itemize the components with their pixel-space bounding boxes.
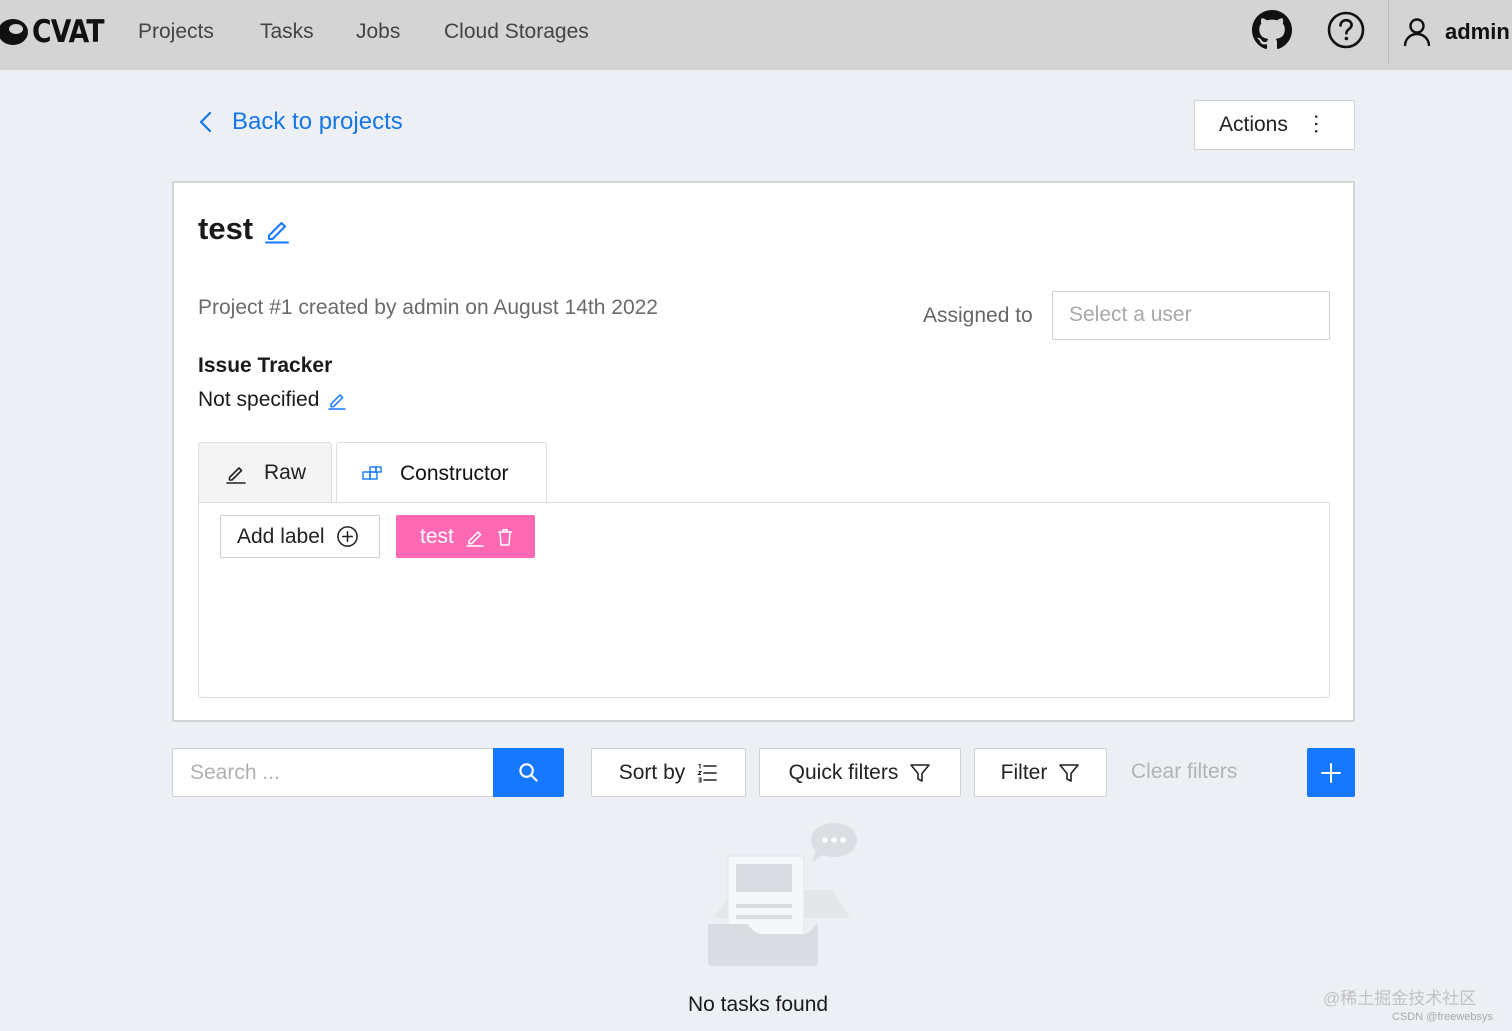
quick-filters-button[interactable]: Quick filters: [759, 748, 961, 797]
nav-projects[interactable]: Projects: [138, 20, 214, 44]
more-vertical-icon: ···: [1305, 113, 1330, 135]
search-input[interactable]: Search ...: [172, 748, 494, 797]
add-label-button[interactable]: Add label: [220, 515, 380, 558]
ordered-list-icon: [697, 763, 718, 783]
project-title: test: [198, 211, 292, 247]
filter-icon: [1059, 763, 1080, 782]
cvat-eye-icon: [0, 19, 28, 45]
quick-filters-label: Quick filters: [788, 760, 899, 784]
header-divider: [1388, 0, 1389, 64]
nav-jobs[interactable]: Jobs: [356, 20, 400, 44]
user-icon[interactable]: [1401, 16, 1433, 48]
empty-state-text: No tasks found: [688, 993, 829, 1016]
edit-icon: [226, 467, 246, 484]
actions-button[interactable]: Actions ···: [1194, 100, 1355, 150]
project-name: test: [198, 211, 254, 246]
plus-icon: [1321, 762, 1341, 783]
assignee-select[interactable]: Select a user: [1052, 291, 1330, 340]
back-link-label: Back to projects: [232, 108, 403, 135]
watermark-secondary: CSDN @freewebsys: [1392, 1011, 1494, 1023]
brand-name: CVAT: [32, 14, 105, 50]
chevron-left-icon: [199, 111, 212, 133]
tab-raw-label: Raw: [264, 461, 307, 484]
delete-icon[interactable]: [495, 527, 515, 547]
issue-tracker-value: Not specified: [198, 388, 347, 412]
sort-by-label: Sort by: [618, 760, 686, 784]
project-card: test Project #1 created by admin on Augu…: [172, 181, 1355, 722]
help-icon[interactable]: [1326, 10, 1366, 50]
plus-circle-icon: [336, 526, 358, 547]
filter-label: Filter: [1000, 760, 1048, 784]
edit-icon[interactable]: [262, 214, 292, 244]
assigned-to-label: Assigned to: [923, 304, 1033, 327]
label-name: test: [420, 524, 454, 548]
tab-raw[interactable]: Raw: [198, 442, 332, 503]
search-icon: [519, 763, 538, 782]
constructor-panel: Add label test: [198, 502, 1330, 698]
filter-icon: [910, 763, 931, 782]
tab-constructor-label: Constructor: [400, 461, 509, 485]
build-icon: [362, 465, 382, 480]
back-to-projects-link[interactable]: Back to projects: [195, 108, 403, 136]
user-name[interactable]: admin: [1445, 19, 1510, 45]
empty-inbox-illustration: [708, 823, 857, 966]
project-meta: Project #1 created by admin on August 14…: [198, 296, 658, 319]
sort-by-button[interactable]: Sort by: [591, 748, 746, 797]
edit-icon[interactable]: [465, 527, 485, 547]
watermark-primary: @稀土掘金技术社区: [1323, 989, 1477, 1008]
cvat-logo[interactable]: CVAT: [0, 12, 115, 52]
nav-cloud-storages[interactable]: Cloud Storages: [444, 20, 589, 44]
actions-label: Actions: [1219, 113, 1288, 136]
clear-filters-button[interactable]: Clear filters: [1131, 760, 1237, 784]
add-label-text: Add label: [237, 524, 325, 548]
search-button[interactable]: [493, 748, 564, 797]
issue-tracker-text: Not specified: [198, 388, 320, 411]
nav-tasks[interactable]: Tasks: [260, 20, 314, 44]
top-header: CVAT Projects Tasks Jobs Cloud Storages …: [0, 0, 1512, 70]
label-tag[interactable]: test: [396, 515, 535, 558]
tab-constructor[interactable]: Constructor: [336, 442, 547, 504]
github-icon[interactable]: [1252, 10, 1292, 50]
filter-button[interactable]: Filter: [974, 748, 1107, 797]
edit-icon[interactable]: [327, 390, 347, 410]
issue-tracker-heading: Issue Tracker: [198, 354, 333, 377]
create-task-button[interactable]: [1307, 748, 1355, 797]
